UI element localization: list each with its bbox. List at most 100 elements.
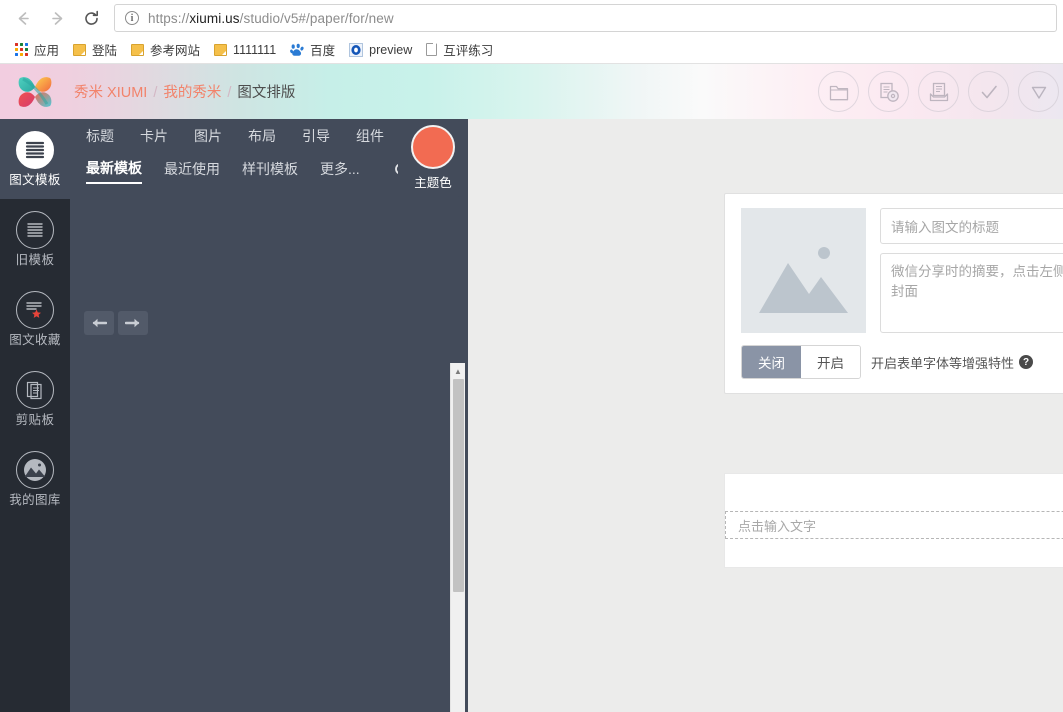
theme-color-label: 主题色 [414,172,452,191]
sidebar-item-tuwen-moban[interactable]: 图文模板 [0,119,70,199]
scrollbar-thumb[interactable] [453,379,464,592]
enhanced-features-toggle[interactable]: 关闭 开启 [741,345,861,379]
lines-doc-icon [16,131,54,169]
address-bar[interactable]: i https://xiumi.us/studio/v5#/paper/for/… [114,4,1057,32]
image-library-icon [16,451,54,489]
text-input-placeholder[interactable]: 点击输入文字 [725,511,1063,539]
template-pager [84,311,148,335]
bookmark-apps[interactable]: 应用 [8,38,66,61]
toggle-option-on[interactable]: 开启 [801,346,860,378]
theme-color-button[interactable]: 主题色 [398,119,468,197]
bookmark-preview[interactable]: preview [342,41,419,59]
tab-buju[interactable]: 布局 [248,126,276,146]
bookmarks-bar: 应用 登陆 参考网站 1111111 百度 [0,36,1063,64]
subtab-gengduo[interactable]: 更多... [320,159,360,183]
folder-icon [214,44,227,56]
browser-chrome: i https://xiumi.us/studio/v5#/paper/for/… [0,0,1063,64]
sidebar-item-jiantieban[interactable]: 剪贴板 [0,359,70,439]
url-scheme: https:// [148,11,189,26]
sidebar-item-label: 我的图库 [9,494,61,507]
folder-icon [131,44,144,56]
forward-arrow-icon[interactable] [40,3,74,33]
cover-image-placeholder[interactable] [741,208,866,333]
open-folder-button[interactable] [818,71,859,112]
tab-yindao[interactable]: 引导 [302,126,330,146]
tab-zujian[interactable]: 组件 [356,126,384,146]
header-toolbar [818,64,1059,119]
bookmark-denglu[interactable]: 登陆 [66,38,124,61]
meta-fields: 请输入图文的标题 微信分享时的摘要，点击左侧 封面 [880,208,1063,333]
article-title-input[interactable]: 请输入图文的标题 [880,208,1063,244]
article-digest-input[interactable]: 微信分享时的摘要，点击左侧 封面 [880,253,1063,333]
enhanced-features-hint: 开启表单字体等增强特性 ? [871,353,1033,372]
breadcrumb-current: 图文排版 [233,81,299,102]
tab-kapian[interactable]: 卡片 [140,126,168,146]
bookmark-1111111[interactable]: 1111111 [207,41,283,59]
old-template-icon [16,211,54,249]
apps-grid-icon [15,43,28,56]
sidebar-item-wodetuku[interactable]: 我的图库 [0,439,70,519]
subtab-yangkan-moban[interactable]: 样刊模板 [242,159,298,183]
breadcrumb-separator: / [151,85,159,101]
site-info-icon[interactable]: i [125,11,139,25]
sidebar-item-jiu-moban[interactable]: 旧模板 [0,199,70,279]
clipboard-icon [16,371,54,409]
bookmark-label: 应用 [34,40,59,59]
subtab-zuijin-shiyong[interactable]: 最近使用 [164,159,220,183]
bookmark-reference-sites[interactable]: 参考网站 [124,38,207,61]
enhanced-features-hint-text: 开启表单字体等增强特性 [871,353,1014,372]
theme-color-swatch[interactable] [411,125,455,169]
xiumi-logo-icon[interactable] [12,69,58,115]
subtab-zuixin-moban[interactable]: 最新模板 [86,158,142,184]
reload-icon[interactable] [74,3,108,33]
sidebar-item-tuwen-shoucang[interactable]: 图文收藏 [0,279,70,359]
bookmark-label: preview [369,43,412,57]
article-meta-card: 请输入图文的标题 微信分享时的摘要，点击左侧 封面 关闭 开启 开启表单字体等增… [724,193,1063,394]
breadcrumb-brand[interactable]: 秀米 XIUMI [70,81,151,102]
bookmark-label: 互评练习 [443,40,493,59]
app-header: 秀米 XIUMI / 我的秀米 / 图文排版 [0,64,1063,119]
baidu-icon [290,43,304,57]
bookmark-label: 百度 [310,40,335,59]
breadcrumb-separator: / [225,85,233,101]
arrow-left-icon[interactable] [84,311,114,335]
folder-icon [73,44,86,56]
app-body: 图文模板 旧模板 图文收藏 剪贴板 我的图库 [0,119,1063,712]
image-placeholder-icon [741,208,866,333]
tab-tupian[interactable]: 图片 [194,126,222,146]
help-circle-icon[interactable]: ? [1019,355,1033,369]
breadcrumb-section[interactable]: 我的秀米 [159,81,225,102]
confirm-button[interactable] [968,71,1009,112]
save-as-button[interactable] [868,71,909,112]
editor-canvas: 请输入图文的标题 微信分享时的摘要，点击左侧 封面 关闭 开启 开启表单字体等增… [468,119,1063,712]
page-icon [426,43,437,56]
breadcrumb: 秀米 XIUMI / 我的秀米 / 图文排版 [70,81,299,102]
bookmark-label: 登陆 [92,40,117,59]
sidebar-item-label: 剪贴板 [16,414,55,427]
bookmark-baidu[interactable]: 百度 [283,38,342,61]
meta-top-row: 请输入图文的标题 微信分享时的摘要，点击左侧 封面 [741,208,1063,333]
sidebar-item-label: 图文模板 [9,174,61,187]
bookmark-label: 参考网站 [150,40,200,59]
meta-bottom-row: 关闭 开启 开启表单字体等增强特性 ? [741,345,1063,379]
save-button[interactable] [918,71,959,112]
back-arrow-icon[interactable] [6,3,40,33]
preview-icon [349,43,363,57]
sidebar-item-label: 旧模板 [16,254,55,267]
url-host: xiumi.us [189,11,239,26]
browser-toolbar: i https://xiumi.us/studio/v5#/paper/for/… [0,0,1063,36]
tab-biaoti[interactable]: 标题 [86,126,114,146]
template-panel: 标题 卡片 图片 布局 引导 组件 节日 最新模板 最近使用 样刊模板 更多..… [70,119,468,712]
template-panel-scrollbar[interactable]: ▲ [450,363,465,712]
more-button[interactable] [1018,71,1059,112]
left-sidebar: 图文模板 旧模板 图文收藏 剪贴板 我的图库 [0,119,70,712]
address-bar-url: https://xiumi.us/studio/v5#/paper/for/ne… [148,11,394,26]
bookmark-peer-review[interactable]: 互评练习 [419,38,500,61]
scroll-up-arrow-icon[interactable]: ▲ [451,363,465,379]
url-path: /studio/v5#/paper/for/new [240,11,394,26]
star-favorite-icon [16,291,54,329]
sidebar-item-label: 图文收藏 [9,334,61,347]
arrow-right-icon[interactable] [118,311,148,335]
toggle-option-off[interactable]: 关闭 [742,346,801,378]
article-content-card[interactable]: 点击输入文字 [724,473,1063,568]
